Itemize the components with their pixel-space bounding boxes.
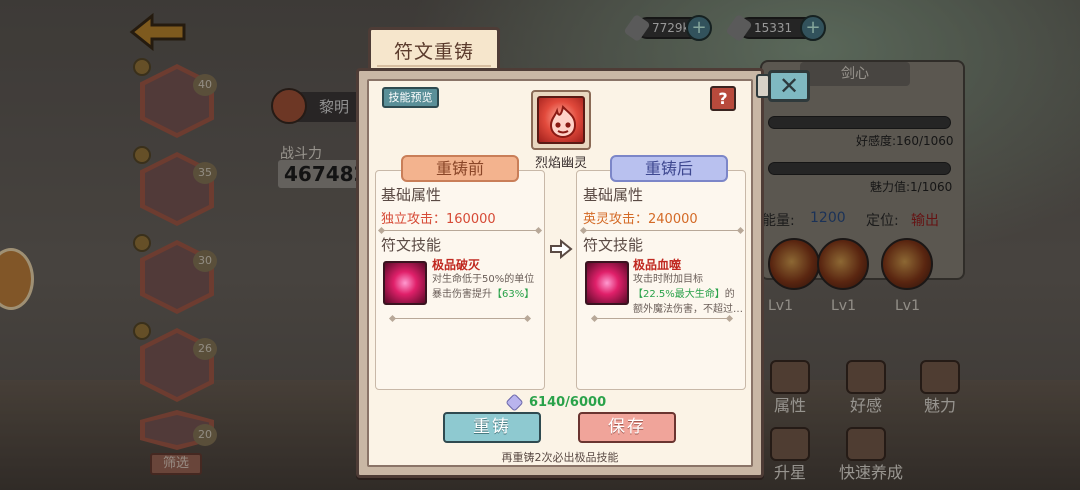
rune-crystal-icon xyxy=(505,392,524,412)
before-skill-name: 极品破灭 xyxy=(432,258,481,272)
close-button[interactable]: ✕ xyxy=(768,70,810,102)
after-skill-name: 极品血噬 xyxy=(633,258,682,272)
divider xyxy=(594,318,730,319)
before-tag: 重铸前 xyxy=(401,155,519,182)
flame-ghost-icon xyxy=(537,96,585,144)
divider xyxy=(381,230,539,231)
before-attribute: 独立攻击：160000 xyxy=(381,212,496,227)
reforge-hint: 再重铸2次必出极品技能 xyxy=(501,451,619,464)
after-skill-desc: 攻击时附加目标【22.5%最大生命】的额外魔法伤害，不超过… xyxy=(633,272,743,317)
reforge-cost-value: 6140/6000 xyxy=(529,394,607,410)
after-skill-title: 符文技能 xyxy=(583,236,644,254)
divider xyxy=(583,230,741,231)
blood-devour-skill-icon xyxy=(585,261,629,305)
help-button[interactable]: ? xyxy=(710,86,736,111)
rune-icon-frame xyxy=(531,90,591,150)
before-skill-desc: 对生命低于50%的单位暴击伤害提升【63%】 xyxy=(432,272,542,302)
after-tag: 重铸后 xyxy=(610,155,728,182)
skill-preview-button[interactable]: 技能预览 xyxy=(382,87,439,108)
shatter-skill-icon xyxy=(383,261,427,305)
reforge-cost: 6140/6000 xyxy=(505,392,607,412)
divider xyxy=(392,318,528,319)
before-skill-title: 符文技能 xyxy=(381,236,442,254)
after-skill-value: 【22.5%最大生命】 xyxy=(633,289,725,300)
after-skill-desc-text: 攻击时附加目标 xyxy=(633,274,703,285)
arrow-right-icon xyxy=(549,238,573,260)
dialog-title: 符文重铸 xyxy=(368,27,500,71)
after-base-title: 基础属性 xyxy=(583,186,644,204)
rune-name: 烈焰幽灵 xyxy=(534,156,587,171)
before-base-title: 基础属性 xyxy=(381,186,442,204)
after-attribute: 英灵攻击：240000 xyxy=(583,212,698,227)
save-button[interactable]: 保存 xyxy=(578,412,676,443)
reforge-button[interactable]: 重铸 xyxy=(443,412,541,443)
before-skill-value: 【63%】 xyxy=(492,289,535,300)
